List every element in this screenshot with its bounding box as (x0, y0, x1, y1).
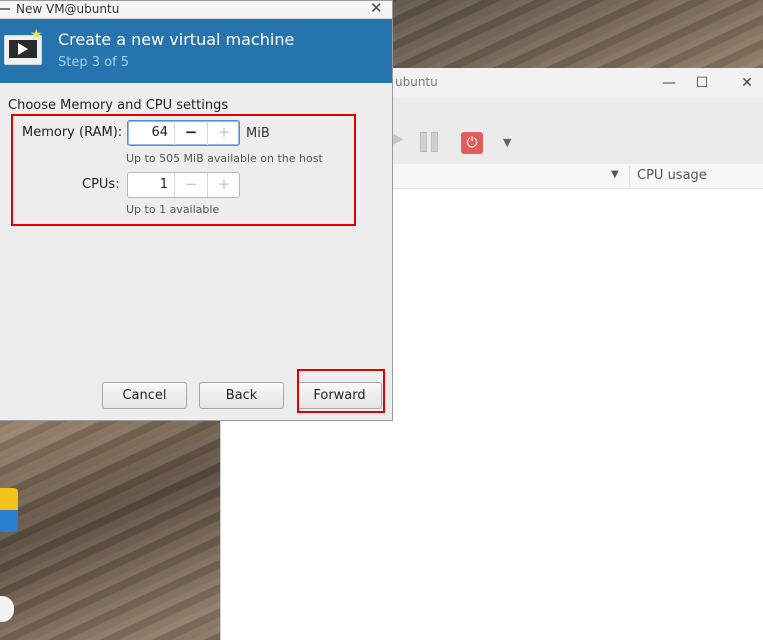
power-icon[interactable]: ⏻ (461, 132, 483, 154)
dialog-title: New VM@ubuntu (16, 2, 120, 16)
increment-button[interactable]: + (207, 173, 240, 197)
cpus-stepper[interactable]: 1 − + (127, 172, 240, 198)
increment-button[interactable]: + (207, 121, 240, 145)
close-icon[interactable]: ✕ (370, 0, 383, 17)
banner-step: Step 3 of 5 (58, 55, 130, 70)
cancel-button[interactable]: Cancel (102, 382, 187, 409)
decrement-button[interactable]: − (174, 173, 207, 197)
section-label: Choose Memory and CPU settings (8, 98, 229, 113)
sort-icon[interactable]: ▼ (611, 169, 619, 180)
cpus-label: CPUs: (82, 177, 120, 192)
memory-hint: Up to 505 MiB available on the host (126, 152, 323, 165)
dialog-titlebar: New VM@ubuntu ✕ (0, 0, 392, 19)
pause-icon[interactable] (420, 132, 440, 152)
cpus-hint: Up to 1 available (126, 203, 220, 216)
maximize-icon[interactable]: ☐ (692, 73, 712, 93)
chevron-down-icon[interactable]: ▼ (503, 136, 511, 149)
minimize-icon[interactable]: — (659, 73, 679, 93)
memory-stepper[interactable]: 64 − + (127, 120, 240, 146)
manager-title: ubuntu (395, 75, 438, 89)
forward-button[interactable]: Forward (297, 382, 382, 409)
memory-value[interactable]: 64 (128, 125, 168, 140)
run-icon[interactable]: ▶ (393, 131, 404, 147)
banner-title: Create a new virtual machine (58, 30, 295, 49)
close-icon[interactable]: ✕ (737, 73, 757, 93)
decrement-button[interactable]: − (174, 121, 207, 145)
memory-label: Memory (RAM): (22, 125, 123, 140)
column-divider (629, 166, 630, 186)
memory-unit: MiB (246, 126, 270, 141)
star-icon: ★ (30, 27, 43, 43)
new-vm-dialog: New VM@ubuntu ✕ ★ Create a new virtual m… (0, 0, 393, 421)
desktop-app-icon[interactable] (0, 488, 18, 532)
column-header-cpu-usage[interactable]: CPU usage (637, 168, 707, 183)
back-button[interactable]: Back (199, 382, 284, 409)
cpus-value[interactable]: 1 (128, 177, 168, 192)
window-menu-icon[interactable] (0, 8, 10, 10)
dialog-banner: ★ Create a new virtual machine Step 3 of… (0, 19, 392, 83)
